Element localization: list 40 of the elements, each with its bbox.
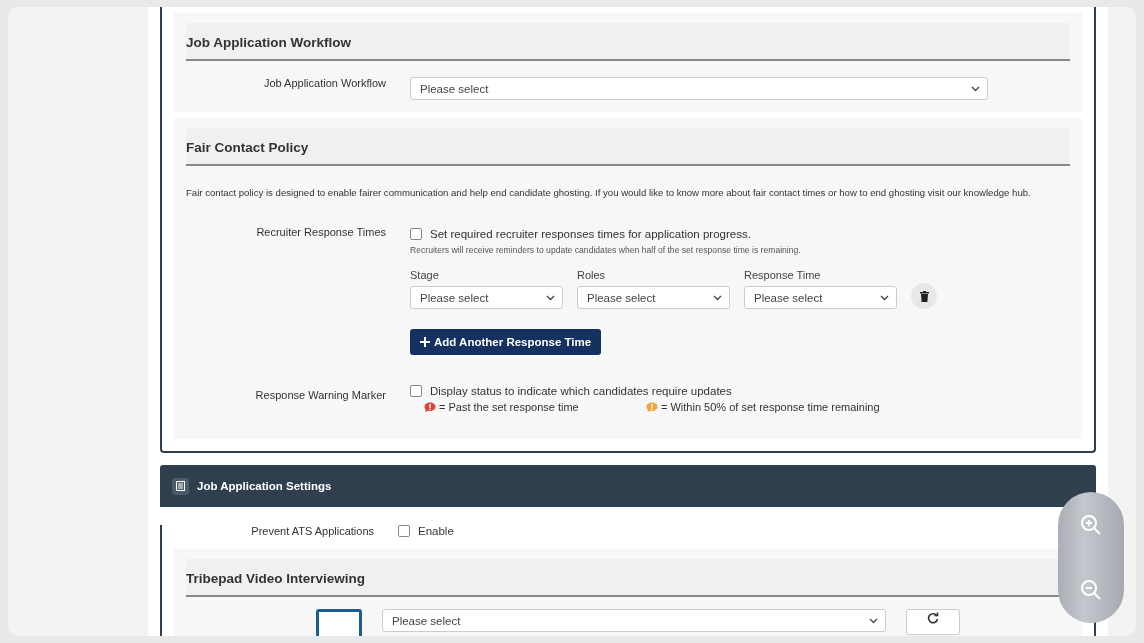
chevron-icon — [546, 294, 555, 301]
chevron-icon — [880, 294, 889, 301]
column-label: Response Time — [744, 269, 822, 281]
checkbox[interactable] — [410, 385, 422, 397]
checkbox-label: Display status to indicate which candidates require updates — [430, 385, 732, 397]
policy-description: Fair contact policy is designed to enable fairer communication and help end candidate ghosting. If you would like to know more about fair contact times or how to end ghosting visit our knowledge hub. — [186, 186, 1032, 200]
section-heading: Fair Contact Policy — [186, 128, 1070, 166]
column-label: Stage — [410, 269, 440, 281]
workflow-select[interactable]: Please select — [410, 77, 988, 100]
field-label: Job Application Workflow — [262, 77, 387, 89]
zoom-in-icon — [1079, 512, 1103, 537]
add-response-time-button[interactable]: Add Another Response Time — [410, 329, 602, 355]
zoom-in-button[interactable] — [1079, 512, 1103, 537]
plus-icon — [420, 337, 430, 347]
trash-icon — [919, 290, 929, 302]
chevron-icon — [971, 85, 980, 92]
legend-text: = Past the set response time — [439, 401, 579, 413]
section-heading: Job Application Workflow — [186, 23, 1070, 61]
settings-title: Job Application Settings — [197, 480, 332, 492]
field-label: Prevent ATS Applications — [250, 525, 375, 537]
column-select[interactable]: Please select — [744, 286, 897, 309]
checkbox[interactable] — [410, 228, 422, 240]
checkbox[interactable] — [398, 525, 410, 537]
checkbox-label: Enable — [418, 525, 454, 537]
video-select[interactable]: Please select — [382, 609, 886, 632]
refresh-icon — [927, 612, 939, 624]
refresh-button[interactable] — [906, 609, 960, 635]
column-label: Roles — [577, 269, 607, 281]
field-label: Recruiter Response Times — [255, 226, 387, 238]
legend-text: = Within 50% of set response time remaining — [661, 401, 880, 413]
list-icon — [172, 477, 189, 495]
column-select[interactable]: Please select — [577, 286, 730, 309]
chevron-icon — [869, 617, 878, 624]
column-select[interactable]: Please select — [410, 286, 563, 309]
hint-text: Recruiters will receive reminders to update candidates when half of the set response time is remaining. — [410, 245, 802, 255]
media-button[interactable] — [316, 609, 362, 636]
field-label: Response Warning Marker — [254, 389, 387, 401]
delete-button[interactable] — [911, 283, 937, 309]
checkbox-label: Set required recruiter responses times for application progress. — [430, 228, 751, 240]
chevron-icon — [713, 294, 722, 301]
